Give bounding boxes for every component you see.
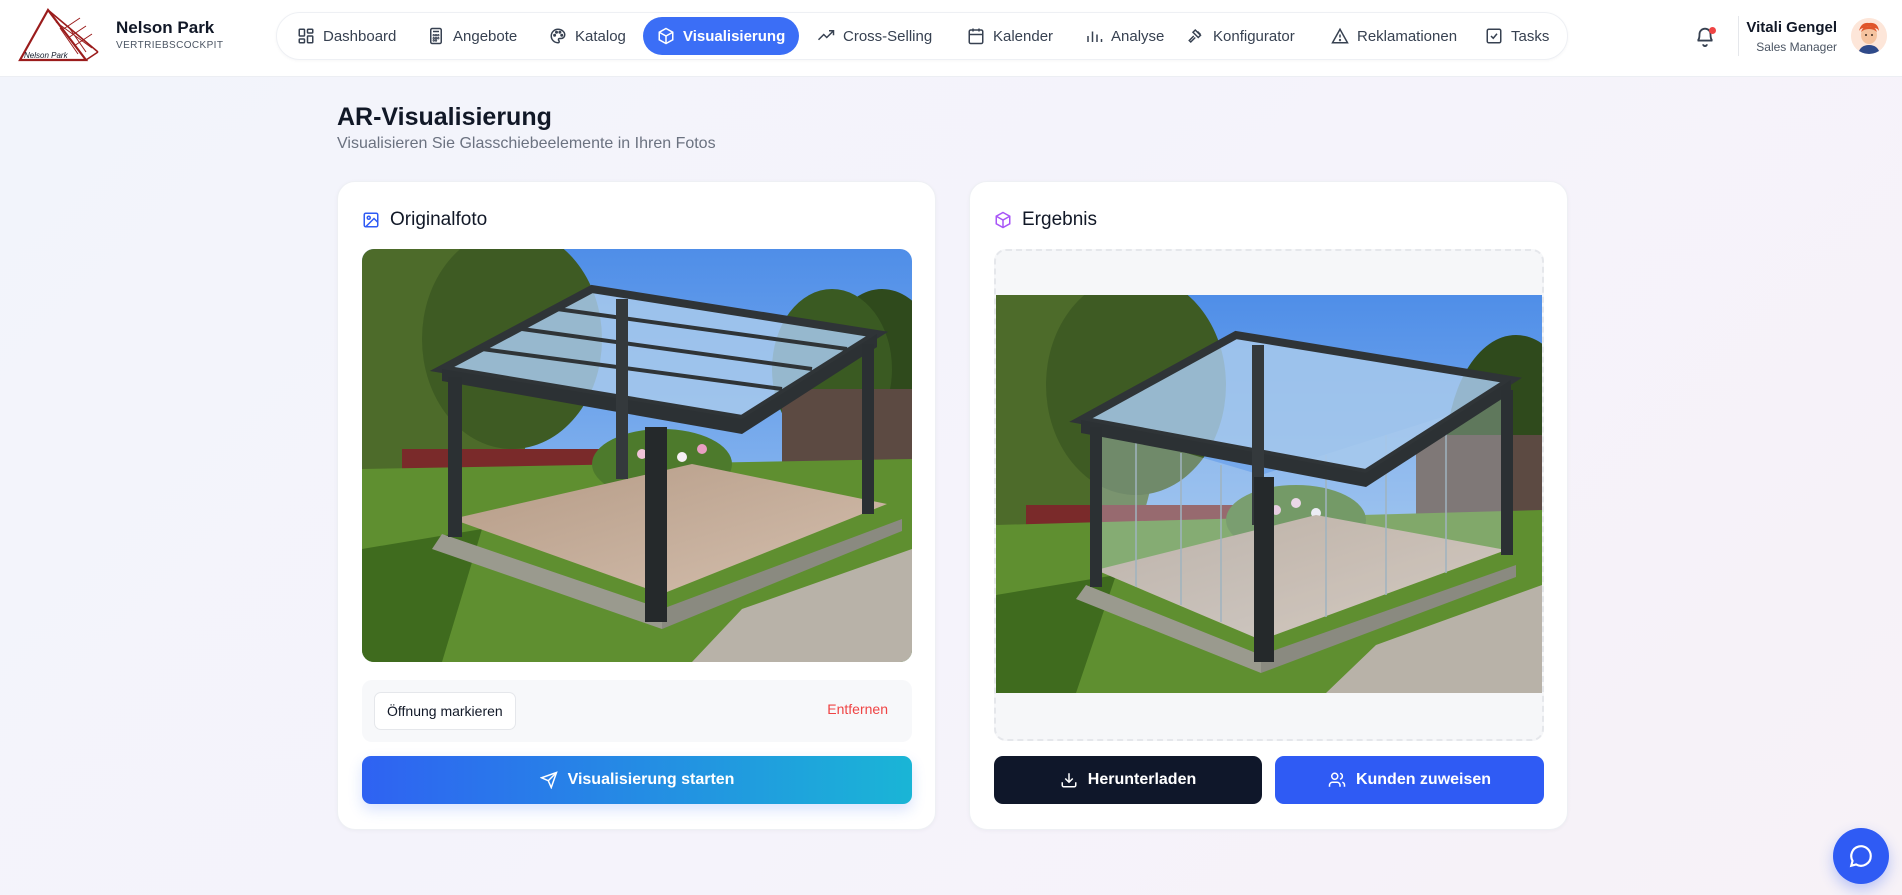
nav-label: Angebote [453,27,518,45]
original-photo[interactable] [362,249,912,662]
page-title: AR-Visualisierung [337,103,552,131]
checkbox-icon [1486,28,1502,44]
nav-item-visualisierung[interactable]: Visualisierung [643,17,800,55]
result-preview-area [994,249,1544,741]
hammer-icon [1188,28,1202,44]
chat-icon [1849,845,1872,868]
assign-customer-button[interactable]: Kunden zuweisen [1275,756,1544,804]
avatar[interactable] [1851,18,1887,54]
calendar-icon [968,28,984,45]
remove-photo-link[interactable]: Entfernen [827,701,888,717]
users-icon [1328,772,1346,787]
nav-item-analyse[interactable]: Analyse [1071,17,1178,55]
logo-text: Nelson Park [24,51,69,60]
dashboard-icon [298,28,314,44]
download-label: Herunterladen [1087,771,1197,788]
download-icon [1061,773,1077,788]
brand-subtitle: VERTRIEBSCOCKPIT [116,40,224,51]
main-nav: Dashboard Angebote Katalog Visualisierun… [276,12,1568,60]
nav-item-dashboard[interactable]: Dashboard [283,17,410,55]
result-image[interactable] [996,295,1542,693]
cube-icon [995,211,1011,229]
cube-icon [658,27,674,45]
brand-name: Nelson Park [116,18,215,37]
nav-label: Katalog [575,27,626,45]
original-photo-card: Originalfoto Öffnung markieren Entfernen… [337,181,936,830]
app-header: Nelson Park Nelson Park VERTRIEBSCOCKPIT… [0,0,1902,77]
calculator-icon [430,27,442,45]
palette-icon [550,28,566,44]
nav-item-cross-selling[interactable]: Cross-Selling [803,17,946,55]
mark-opening-button[interactable]: Öffnung markieren [374,692,516,730]
nav-label: Reklamationen [1357,27,1458,45]
nav-item-kalender[interactable]: Kalender [953,17,1067,55]
image-icon [363,212,379,228]
nav-label: Cross-Selling [843,27,933,45]
card-title: Originalfoto [362,209,487,231]
nav-label: Konfigurator [1213,27,1295,45]
page-subtitle: Visualisieren Sie Glasschiebeelemente in… [337,135,716,152]
nav-item-tasks[interactable]: Tasks [1471,17,1563,55]
nav-item-reklamationen[interactable]: Reklamationen [1317,17,1471,55]
start-visualization-button[interactable]: Visualisierung starten [362,756,912,804]
photo-toolbar: Öffnung markieren Entfernen [362,680,912,742]
nav-label: Analyse [1111,27,1165,45]
warning-icon [1331,27,1349,44]
bar-chart-icon [1087,31,1103,42]
notification-dot [1709,27,1716,34]
send-icon [539,771,558,789]
nelson-park-logo[interactable]: Nelson Park [16,8,102,64]
user-role: Sales Manager [1756,40,1837,54]
user-name[interactable]: Vitali Gengel [1737,19,1837,36]
trending-up-icon [817,30,835,41]
result-card: Ergebnis Herunterladen Kunden zuweisen [969,181,1568,830]
download-button[interactable]: Herunterladen [994,756,1262,804]
nav-label: Kalender [993,27,1054,45]
nav-item-konfigurator[interactable]: Konfigurator [1173,17,1309,55]
nav-label: Visualisierung [683,27,786,45]
chat-button[interactable] [1833,828,1889,884]
nav-label: Dashboard [323,27,397,45]
card-title: Ergebnis [994,209,1097,231]
start-visualization-label: Visualisierung starten [567,771,735,788]
assign-customer-label: Kunden zuweisen [1355,771,1492,788]
nav-label: Tasks [1511,27,1550,45]
nav-item-angebote[interactable]: Angebote [413,17,531,55]
original-photo-title: Originalfoto [390,209,488,230]
nav-item-katalog[interactable]: Katalog [535,17,640,55]
result-title: Ergebnis [1022,209,1097,230]
